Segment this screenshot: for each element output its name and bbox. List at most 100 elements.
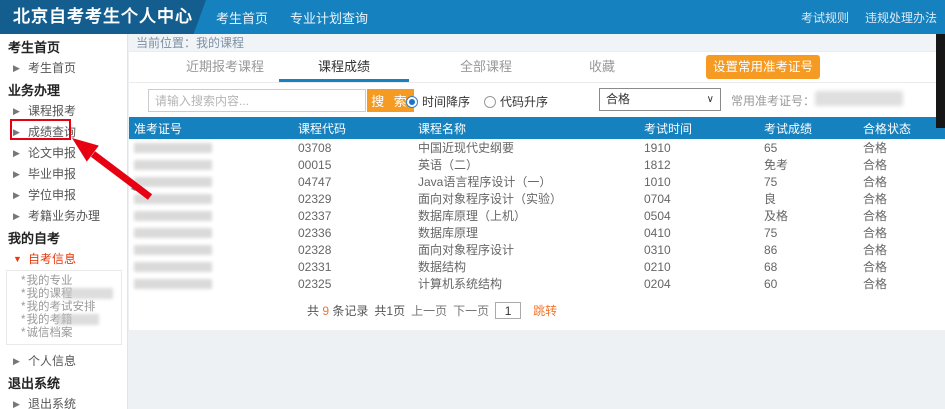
cell-exam-time: 1812 [641,156,756,173]
redacted-ticket-number [134,211,212,221]
table-row: 03708 中国近现代史纲要 1910 65 合格 [129,139,945,156]
prev-page-button[interactable]: 上一页 [411,302,447,319]
tab-course-scores[interactable]: 课程成绩 [279,56,409,82]
col-header-course-name: 课程名称 [416,117,641,139]
tab-favorites[interactable]: 收藏 [577,56,627,75]
sidebar-item-personal-info[interactable]: ▶ 个人信息 [0,351,127,372]
redacted-ticket-number [134,279,212,289]
sidebar-item-graduation-application[interactable]: ▶ 毕业申报 [0,164,127,185]
cell-pass-status: 合格 [859,156,945,173]
set-common-ticket-button[interactable]: 设置常用准考证号 [706,55,820,79]
cell-course-name: 数据库原理（上机） [416,207,641,224]
cell-ticket [129,190,296,207]
cell-ticket [129,207,296,224]
sidebar-item-candidate-home[interactable]: ▶ 考生首页 [0,58,127,79]
tabs-row: 近期报考课程 课程成绩 全部课程 收藏 设置常用准考证号 [129,52,945,82]
chevron-down-icon: ∨ [707,89,714,110]
cell-exam-score: 75 [756,173,859,190]
col-header-ticket: 准考证号 [129,117,296,139]
common-ticket-label: 常用准考证号： [731,92,815,109]
cell-course-name: 中国近现代史纲要 [416,139,641,156]
status-filter-select[interactable]: 合格 ∨ [599,88,721,111]
table-row: 02336 数据库原理 0410 75 合格 [129,224,945,241]
cell-course-code: 04747 [296,173,416,190]
nav-major-plan-query[interactable]: 专业计划查询 [290,8,368,27]
main-content: 当前位置：我的课程 近期报考课程 课程成绩 全部课程 收藏 设置常用准考证号 搜… [129,34,945,409]
cell-ticket [129,139,296,156]
redacted-ticket-number [134,262,212,272]
cell-exam-score: 75 [756,224,859,241]
link-exam-rules[interactable]: 考试规则 [801,9,849,26]
next-page-button[interactable]: 下一页 [453,302,489,319]
jump-button[interactable]: 跳转 [533,302,557,319]
bullet: * [21,327,25,339]
sidebar-item-score-query[interactable]: ▶ 成绩查询 [0,122,127,143]
cell-ticket [129,224,296,241]
cell-exam-score: 良 [756,190,859,207]
scores-table: 准考证号 课程代码 课程名称 考试时间 考试成绩 合格状态 03708 中国近现… [129,117,945,292]
page-count-text: 共1页 [374,302,405,319]
table-row: 02325 计算机系统结构 0204 60 合格 [129,275,945,292]
caret-right-icon: ▶ [13,185,20,206]
cell-pass-status: 合格 [859,190,945,207]
cell-pass-status: 合格 [859,258,945,275]
top-nav: 考生首页 专业计划查询 [216,0,368,34]
caret-right-icon: ▶ [13,58,20,79]
col-header-course-code: 课程代码 [296,117,416,139]
pagination: 共 9 条记录 共1页 上一页 下一页 跳转 [307,302,945,319]
bullet: * [21,288,25,300]
total-records-text: 共 9 条记录 [307,302,368,319]
cell-pass-status: 合格 [859,224,945,241]
col-header-pass-status: 合格状态 [859,117,945,139]
sidebar-item-zikao-info[interactable]: ▼ 自考信息 [0,249,127,270]
sidebar-item-thesis-application[interactable]: ▶ 论文申报 [0,143,127,164]
sidebar: 考生首页 ▶ 考生首页 业务办理 ▶ 课程报考 ▶ 成绩查询 ▶ 论文申报 ▶ … [0,34,128,409]
table-row: 00015 英语（二） 1812 免考 合格 [129,156,945,173]
cell-exam-score: 65 [756,139,859,156]
sidebar-item-exam-record-business[interactable]: ▶ 考籍业务办理 [0,206,127,227]
radio-code-asc[interactable]: 代码升序 [484,93,548,110]
submenu-item-my-exam-schedule[interactable]: *我的考试安排 [7,301,121,314]
sidebar-section-logout: 退出系统 [0,374,127,394]
cell-course-name: 计算机系统结构 [416,275,641,292]
screenshot-artifact-strip [936,34,945,128]
redacted-ticket-number [134,177,212,187]
breadcrumb: 当前位置：我的课程 [129,34,945,52]
redacted-ticket-number [134,160,212,170]
cell-ticket [129,173,296,190]
link-violation-handling[interactable]: 违规处理办法 [865,9,937,26]
caret-right-icon: ▶ [13,206,20,227]
cell-course-code: 03708 [296,139,416,156]
sidebar-collapse-icon[interactable]: ◄ [129,184,137,193]
cell-exam-score: 60 [756,275,859,292]
radio-time-desc[interactable]: 时间降序 [406,93,470,110]
tab-recent-registered-courses[interactable]: 近期报考课程 [179,56,271,75]
cell-exam-time: 0704 [641,190,756,207]
submenu-item-integrity-file[interactable]: *诚信档案 [7,327,121,340]
sidebar-section-my-zikao: 我的自考 [0,229,127,249]
page-number-input[interactable] [495,302,521,319]
caret-right-icon: ▶ [13,122,20,143]
col-header-exam-time: 考试时间 [641,117,756,139]
cell-course-code: 02337 [296,207,416,224]
table-row: 02337 数据库原理（上机） 0504 及格 合格 [129,207,945,224]
nav-candidate-home[interactable]: 考生首页 [216,8,268,27]
redaction-blur [63,288,113,299]
search-input[interactable] [148,89,366,112]
cell-exam-score: 86 [756,241,859,258]
tab-all-courses[interactable]: 全部课程 [429,56,543,75]
caret-right-icon: ▶ [13,164,20,185]
sidebar-section-candidate-home: 考生首页 [0,38,127,58]
cell-course-name: 面向对象程序设计（实验） [416,190,641,207]
submenu-item-my-major[interactable]: *我的专业 [7,275,121,288]
table-header-row: 准考证号 课程代码 课程名称 考试时间 考试成绩 合格状态 [129,117,945,139]
redacted-ticket-number [134,228,212,238]
redacted-ticket-number [134,245,212,255]
sidebar-item-degree-application[interactable]: ▶ 学位申报 [0,185,127,206]
sidebar-item-course-registration[interactable]: ▶ 课程报考 [0,101,127,122]
cell-course-code: 02328 [296,241,416,258]
cell-exam-score: 及格 [756,207,859,224]
redacted-ticket-number [134,194,212,204]
zikao-info-submenu: *我的专业 *我的课程 *我的考试安排 *我的考籍 *诚信档案 [6,270,122,345]
sidebar-item-logout[interactable]: ▶ 退出系统 [0,394,127,409]
